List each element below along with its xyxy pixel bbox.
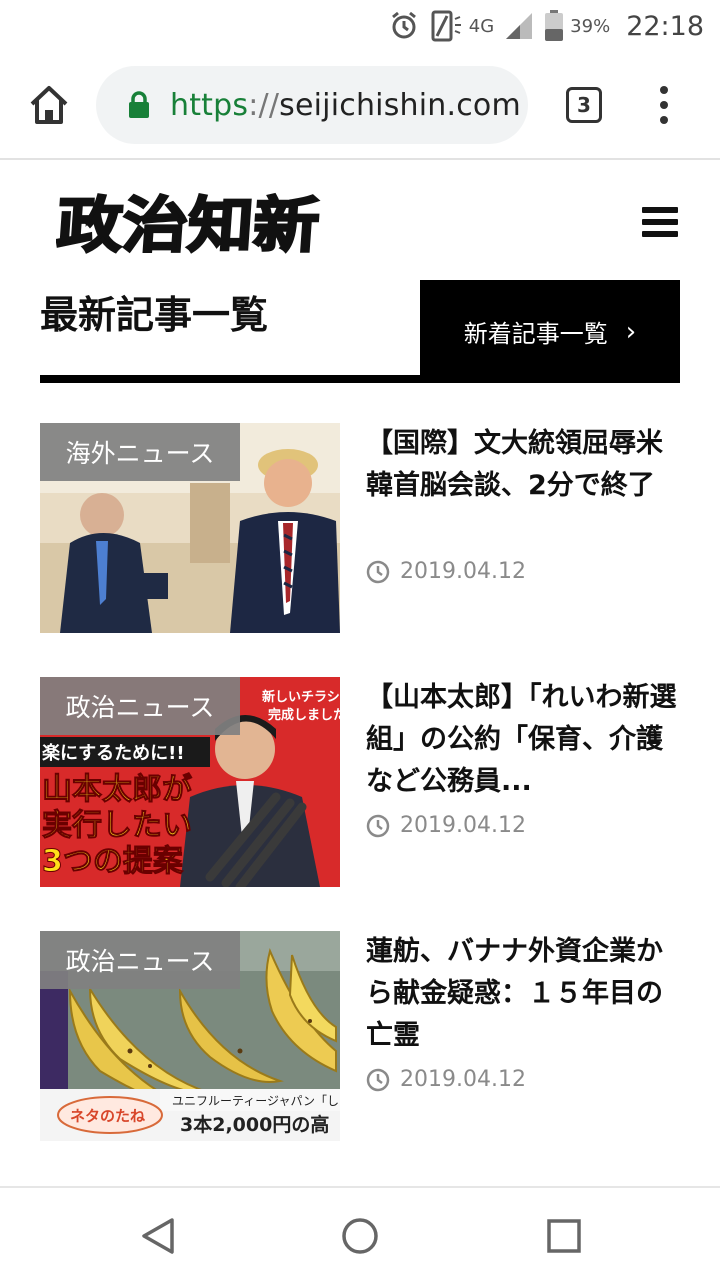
section-title: 最新記事一覧: [40, 293, 269, 337]
thumbnail-caption-top: ユニフルーティージャパン「し: [172, 1094, 339, 1108]
battery-percent: 39%: [570, 15, 611, 37]
url-separator: ://: [248, 87, 280, 123]
article-thumbnail[interactable]: ユニフルーティージャパン「し 3本2,000円の高 ネタのたね 政治ニュース: [40, 931, 340, 1141]
article-date: 2019.04.12: [366, 813, 526, 838]
lock-icon: [129, 91, 149, 118]
thumbnail-headline-2: 実行したい: [42, 808, 192, 843]
network-type: 4G: [468, 15, 495, 37]
new-articles-link-label: 新着記事一覧: [463, 320, 608, 348]
system-navigation-bar: [0, 1186, 720, 1280]
tab-switcher-button[interactable]: 3: [566, 87, 602, 123]
chevron-right-icon: ›: [625, 316, 637, 347]
article-date-text: 2019.04.12: [400, 559, 526, 584]
article-date: 2019.04.12: [366, 559, 526, 584]
article-title[interactable]: 【山本太郎】「れいわ新選組」の公約「保育、介護など公務員...: [366, 677, 680, 803]
hamburger-menu-icon[interactable]: [642, 207, 678, 237]
status-bar: 4G 39% 22:18: [0, 0, 720, 52]
home-nav-icon[interactable]: [338, 1214, 382, 1258]
thumbnail-top-right-text: 新しいチラシ: [262, 689, 340, 705]
screen-rotation-icon: [429, 9, 463, 43]
url-scheme: https: [170, 87, 249, 123]
browser-toolbar: https://seijichishin.com 3: [0, 52, 720, 160]
category-badge: 海外ニュース: [40, 423, 240, 481]
article-card[interactable]: ユニフルーティージャパン「し 3本2,000円の高 ネタのたね 政治ニュース 蓮…: [40, 931, 680, 1143]
back-icon[interactable]: [138, 1214, 182, 1258]
recents-icon[interactable]: [542, 1214, 586, 1258]
clock-icon: [366, 814, 390, 837]
thumbnail-caption-bottom: 3本2,000円の高: [180, 1113, 329, 1136]
category-badge: 政治ニュース: [40, 931, 240, 989]
article-date-text: 2019.04.12: [400, 813, 526, 838]
clock-time: 22:18: [626, 10, 704, 42]
thumbnail-headline-1: 山本太郎が: [42, 772, 192, 807]
article-card[interactable]: 楽にするために!! 新しいチラシ 完成しました 山本太郎が 実行したい 3つの提…: [40, 677, 680, 889]
site-logo-text: 政治知新: [56, 191, 322, 261]
clock-icon: [366, 560, 390, 583]
article-date: 2019.04.12: [366, 1067, 526, 1092]
thumbnail-subtitle: 楽にするために!!: [42, 742, 185, 764]
article-card[interactable]: 海外ニュース 【国際】文大統領屈辱米韓首脳会談、2分で終了 2019.04.12: [40, 423, 680, 635]
article-date-text: 2019.04.12: [400, 1067, 526, 1092]
category-badge: 政治ニュース: [40, 677, 240, 735]
section-header: 最新記事一覧 新着記事一覧 ›: [40, 280, 680, 383]
home-icon[interactable]: [26, 82, 72, 128]
url-host: seijichishin.com: [279, 87, 521, 123]
url-text[interactable]: https://seijichishin.com: [170, 88, 521, 123]
network-signal-icon: [504, 11, 534, 41]
article-title[interactable]: 【国際】文大統領屈辱米韓首脳会談、2分で終了: [366, 423, 680, 507]
article-thumbnail[interactable]: 海外ニュース: [40, 423, 340, 633]
site-logo[interactable]: 政治知新: [53, 184, 326, 262]
address-bar[interactable]: https://seijichishin.com: [96, 66, 528, 144]
clock-icon: [366, 1068, 390, 1091]
alarm-icon: [389, 11, 419, 41]
thumbnail-headline-3: 3つの提案: [42, 844, 184, 879]
battery-icon: [544, 10, 564, 42]
article-thumbnail[interactable]: 楽にするために!! 新しいチラシ 完成しました 山本太郎が 実行したい 3つの提…: [40, 677, 340, 887]
article-title[interactable]: 蓮舫、バナナ外資企業から献金疑惑：１５年目の亡霊: [366, 931, 680, 1057]
thumbnail-top-right-text-2: 完成しました: [268, 707, 340, 723]
thumbnail-brand: ネタのたね: [70, 1107, 145, 1125]
overflow-menu-icon[interactable]: [650, 82, 678, 128]
new-articles-link[interactable]: 新着記事一覧 ›: [420, 280, 680, 383]
